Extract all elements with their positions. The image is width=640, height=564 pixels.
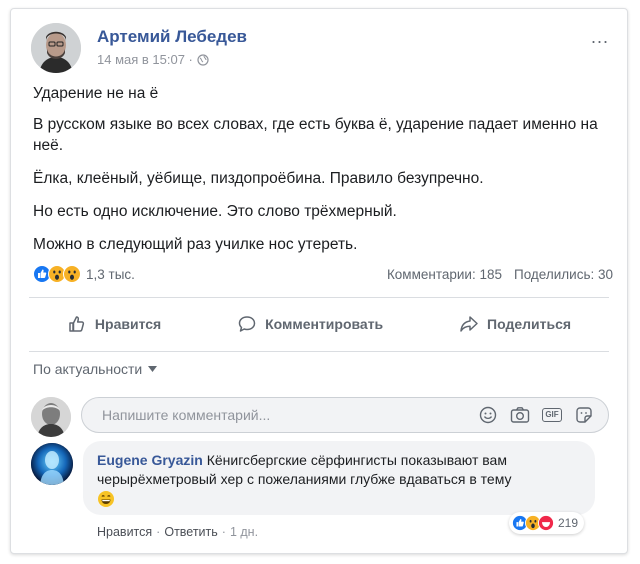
wow-icon xyxy=(63,265,81,283)
comment-button[interactable]: Комментировать xyxy=(237,314,383,334)
engagement-stats: Комментарии: 185 Поделились: 30 xyxy=(387,267,613,282)
divider xyxy=(29,297,609,298)
comment-like-link[interactable]: Нравится xyxy=(97,525,152,539)
reaction-icons[interactable] xyxy=(33,265,81,283)
grin-emoji-icon xyxy=(98,491,114,508)
post-body: Ударение не на ё В русском языке во всех… xyxy=(33,83,613,267)
comment-author[interactable]: Eugene Gryazin xyxy=(97,452,203,468)
shares-count[interactable]: Поделились: 30 xyxy=(514,267,613,282)
post-paragraph: Ударение не на ё xyxy=(33,85,159,102)
share-label: Поделиться xyxy=(487,316,572,332)
post-meta: 14 мая в 15:07 · xyxy=(97,52,209,67)
comment-input[interactable] xyxy=(100,406,464,424)
camera-icon[interactable] xyxy=(510,405,530,425)
divider xyxy=(29,351,609,352)
post-paragraph: Но есть одно исключение. Это слово трёхм… xyxy=(33,203,397,220)
post-paragraph: В русском языке во всех словах, где есть… xyxy=(33,116,598,154)
share-button[interactable]: Поделиться xyxy=(459,314,571,334)
reactions-bar: 1,3 тыс. Комментарии: 185 Поделились: 30 xyxy=(33,263,613,285)
sticker-icon[interactable] xyxy=(574,405,594,425)
commenter-avatar[interactable] xyxy=(31,443,73,485)
like-label: Нравится xyxy=(94,316,162,332)
author-avatar[interactable] xyxy=(31,23,81,73)
comment-sort-dropdown[interactable]: По актуальности xyxy=(33,361,158,377)
gif-label: GIF xyxy=(542,408,562,422)
emoji-icon[interactable] xyxy=(478,405,498,425)
comment-composer[interactable]: GIF xyxy=(81,397,609,433)
post-actions: Нравится Комментировать Поделиться xyxy=(29,307,609,341)
gif-icon[interactable]: GIF xyxy=(542,405,562,425)
like-button[interactable]: Нравится xyxy=(67,314,161,334)
caret-down-icon xyxy=(148,366,158,372)
thumbs-up-icon xyxy=(69,316,85,332)
comments-count[interactable]: Комментарии: 185 xyxy=(387,267,502,282)
haha-icon xyxy=(538,515,554,531)
comment-label: Комментировать xyxy=(265,316,384,332)
post-paragraph: Можно в следующий раз училке нос утереть… xyxy=(33,236,358,253)
comment-time[interactable]: 1 дн. xyxy=(230,525,258,539)
reaction-count[interactable]: 1,3 тыс. xyxy=(86,267,135,282)
comment-bubble: Eugene Gryazin Кёнигсбергские сёрфингист… xyxy=(83,441,595,515)
more-options-icon[interactable]: ... xyxy=(591,27,609,48)
comment-reaction-count: 219 xyxy=(558,516,579,530)
post-timestamp[interactable]: 14 мая в 15:07 · xyxy=(97,52,193,67)
post-paragraph: Ёлка, клеёный, уёбище, пиздопроёбина. Пр… xyxy=(33,170,484,187)
current-user-avatar xyxy=(31,397,71,437)
comment-footer: Нравится · Ответить · 1 дн. xyxy=(97,525,259,539)
composer-tools: GIF xyxy=(478,405,594,425)
sort-label: По актуальности xyxy=(33,361,143,377)
comment-reply-link[interactable]: Ответить xyxy=(164,525,217,539)
share-icon xyxy=(460,316,478,332)
post-author[interactable]: Артемий Лебедев xyxy=(97,27,247,47)
comment-reactions[interactable]: 219 xyxy=(509,512,585,534)
globe-icon xyxy=(197,53,209,66)
comment-icon xyxy=(238,316,256,332)
post-card: Артемий Лебедев 14 мая в 15:07 · ... Уда… xyxy=(10,8,628,554)
